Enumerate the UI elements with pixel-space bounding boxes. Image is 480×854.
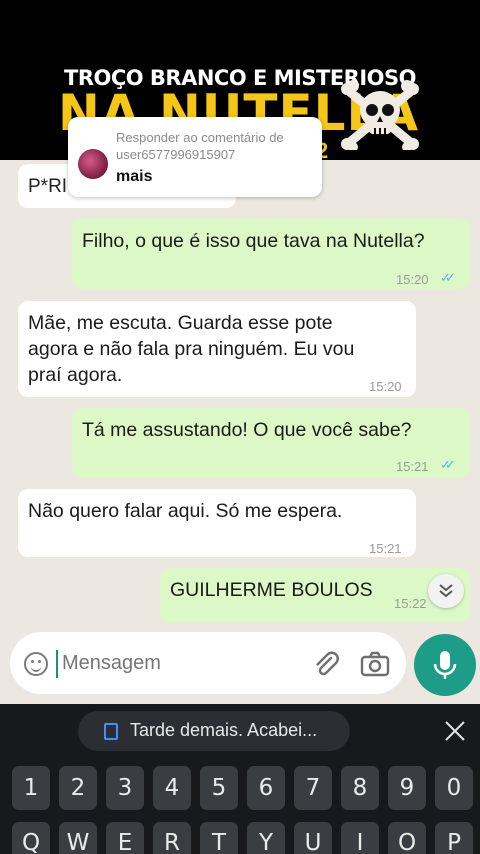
message-time: 15:21 [369, 541, 402, 556]
reply-username: user6577996915907 [116, 147, 236, 162]
key[interactable]: Y [247, 822, 285, 854]
message-text: Filho, o que é isso que tava na Nutella? [82, 230, 425, 252]
close-icon[interactable] [440, 716, 470, 746]
key[interactable]: 1 [12, 766, 50, 810]
message-text: GUILHERME BOULOS [170, 579, 373, 601]
key[interactable]: 5 [200, 766, 238, 810]
message-bubble-incoming[interactable]: Não quero falar aqui. Só me espera. 15:2… [18, 489, 416, 557]
message-bubble-outgoing[interactable]: Tá me assustando! O que você sabe? 15:21… [72, 408, 470, 478]
key[interactable]: 8 [341, 766, 379, 810]
comment-reply-card[interactable]: Responder ao comentário de user657799691… [68, 117, 322, 197]
message-bubble-incoming[interactable]: Mãe, me escuta. Guarda esse pote agora e… [18, 301, 416, 397]
key[interactable]: U [294, 822, 332, 854]
message-input[interactable] [62, 652, 282, 675]
message-time: 15:21 [396, 459, 429, 474]
camera-icon[interactable] [360, 650, 390, 678]
clipboard-suggestion[interactable]: Tarde demais. Acabei... [78, 711, 350, 751]
emoji-icon[interactable] [24, 652, 48, 676]
skull-crossbones-icon [341, 80, 419, 150]
key[interactable]: E [106, 822, 144, 854]
key[interactable]: W [59, 822, 97, 854]
microphone-icon[interactable] [414, 634, 476, 696]
message-text: Tá me assustando! O que você sabe? [82, 419, 412, 441]
message-line: praí agora. [28, 364, 123, 386]
read-ticks-icon: ✓✓ [440, 457, 456, 472]
keyboard: Tarde demais. Acabei... 1234567890 QWERT… [0, 704, 480, 854]
key[interactable]: T [200, 822, 238, 854]
message-bubble-outgoing[interactable]: Filho, o que é isso que tava na Nutella?… [72, 219, 470, 289]
reply-comment-text: mais [116, 168, 153, 185]
message-bubble-outgoing[interactable]: GUILHERME BOULOS 15:22 [160, 568, 470, 623]
key[interactable]: 4 [153, 766, 191, 810]
message-text: Mãe, me escuta. Guarda esse pote agora e… [28, 310, 354, 388]
keyboard-suggestion-bar: Tarde demais. Acabei... [0, 704, 480, 756]
paperclip-icon[interactable] [312, 650, 340, 678]
message-time: 15:20 [369, 379, 402, 394]
clipboard-suggestion-text: Tarde demais. Acabei... [130, 720, 318, 740]
message-text: Não quero falar aqui. Só me espera. [28, 500, 343, 522]
clipboard-icon [104, 723, 118, 740]
partial-message-text: P*RI [28, 176, 68, 197]
key[interactable]: 0 [435, 766, 473, 810]
chevron-double-down-icon[interactable] [428, 574, 464, 608]
message-time: 15:20 [396, 272, 429, 287]
message-line: Mãe, me escuta. Guarda esse pote [28, 312, 333, 334]
key[interactable]: 3 [106, 766, 144, 810]
avatar [78, 149, 108, 179]
key[interactable]: 7 [294, 766, 332, 810]
key[interactable]: R [153, 822, 191, 854]
message-line: agora e não fala pra ninguém. Eu vou [28, 338, 355, 360]
key[interactable]: P [435, 822, 473, 854]
key[interactable]: 2 [59, 766, 97, 810]
key[interactable]: O [388, 822, 426, 854]
key[interactable]: I [341, 822, 379, 854]
text-cursor [56, 650, 58, 678]
read-ticks-icon: ✓✓ [440, 270, 456, 285]
message-input-bar [10, 632, 406, 694]
key[interactable]: 9 [388, 766, 426, 810]
key[interactable]: 6 [247, 766, 285, 810]
key[interactable]: Q [12, 822, 50, 854]
message-time: 15:22 [394, 596, 427, 611]
reply-label: Responder ao comentário de [116, 130, 284, 145]
